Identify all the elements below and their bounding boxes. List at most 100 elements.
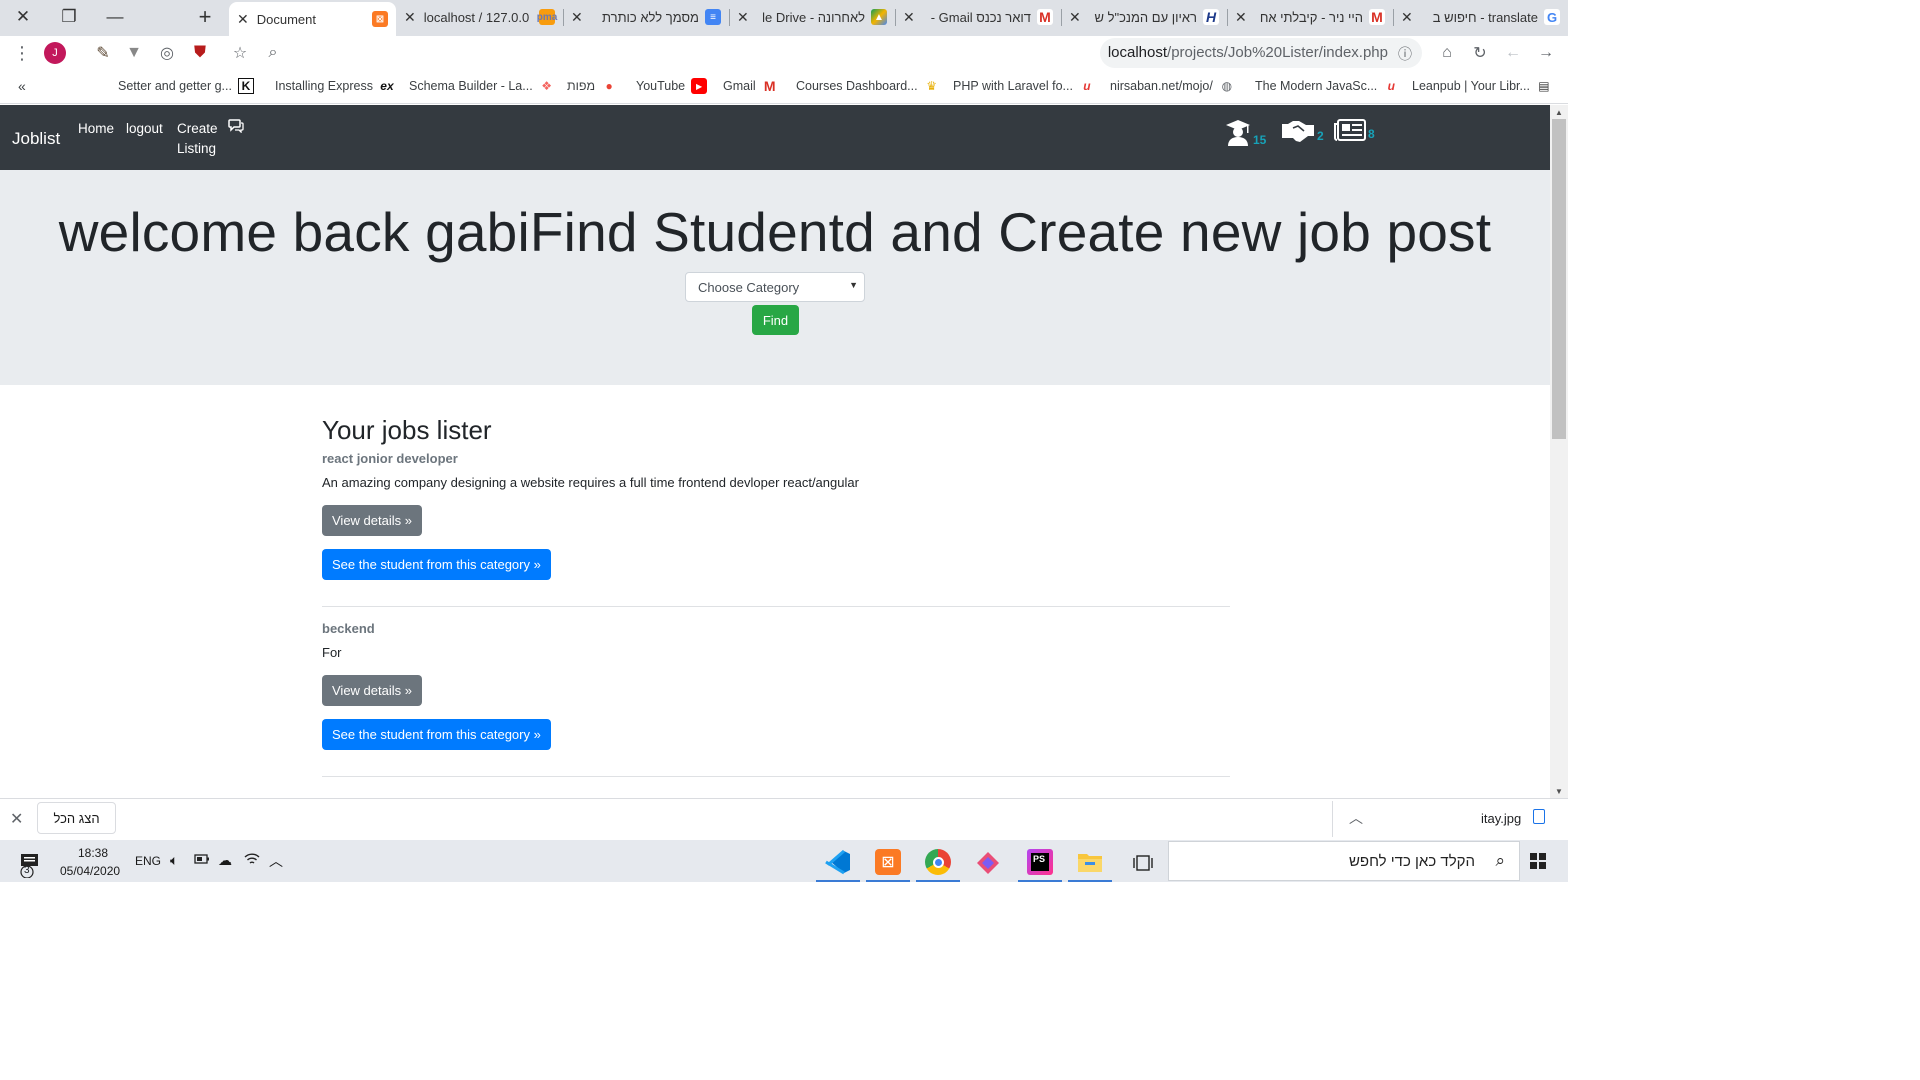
view-details-button[interactable]: View details »: [322, 505, 422, 536]
volume-icon[interactable]: 🔈︎: [170, 852, 178, 869]
udemy-icon: u: [1083, 79, 1091, 93]
nav-listing-label: Listing: [177, 141, 217, 156]
job-description: For: [322, 645, 342, 660]
chrome-app-icon[interactable]: [916, 844, 960, 882]
bookmark-star-icon[interactable]: ☆: [228, 41, 252, 65]
close-tab-icon[interactable]: ✕: [1235, 9, 1247, 26]
action-center-icon[interactable]: 3: [18, 852, 42, 879]
chat-icon[interactable]: [228, 119, 244, 139]
phpstorm-app-icon[interactable]: PS: [1018, 844, 1062, 882]
scroll-thumb[interactable]: [1552, 119, 1566, 439]
menu-kebab-icon[interactable]: ⋮: [10, 41, 34, 65]
category-select[interactable]: Choose Category ▼: [685, 272, 865, 302]
bookmark-item[interactable]: Courses Dashboard... ♛: [796, 78, 940, 94]
students-counter[interactable]: 15: [1225, 119, 1266, 147]
tab-docs[interactable]: ✕ מסמך ללא כותרת ≡: [563, 0, 729, 34]
download-file-name[interactable]: itay.jpg: [1481, 811, 1521, 826]
show-all-downloads-button[interactable]: הצג הכל: [37, 802, 116, 834]
express-icon: ex: [380, 79, 394, 93]
extension-circle-icon[interactable]: ◎: [155, 41, 179, 65]
close-tab-icon[interactable]: ✕: [237, 11, 249, 28]
file-explorer-app-icon[interactable]: [1068, 844, 1112, 882]
bookmark-item[interactable]: The Modern JavaSc... u: [1255, 78, 1399, 94]
search-icon: ⌕: [1495, 851, 1505, 870]
battery-icon[interactable]: [194, 853, 210, 868]
close-window-icon[interactable]: ✕: [0, 0, 46, 34]
forward-icon[interactable]: ←: [1501, 41, 1525, 65]
scroll-down-icon[interactable]: ▼: [1550, 784, 1568, 798]
language-indicator[interactable]: ENG: [135, 854, 161, 868]
onedrive-icon[interactable]: ☁︎: [218, 852, 232, 869]
bookmark-label: Gmail: [723, 79, 756, 93]
minimize-window-icon[interactable]: —: [92, 0, 138, 34]
vue-devtools-icon[interactable]: ▼: [122, 41, 146, 65]
tab-google-search[interactable]: ✕ חיפוש ב - translate G: [1393, 0, 1568, 34]
vscode-app-icon[interactable]: [816, 844, 860, 882]
new-tab-icon[interactable]: +: [190, 3, 220, 31]
close-tab-icon[interactable]: ✕: [737, 9, 749, 26]
address-bar[interactable]: localhost/projects/Job%20Lister/index.ph…: [1100, 38, 1422, 68]
chevron-up-icon[interactable]: ︿: [269, 851, 283, 871]
bookmark-label: nirsaban.net/mojo/: [1110, 79, 1213, 93]
zoom-icon[interactable]: ⌕: [261, 41, 285, 65]
extension-icon[interactable]: ✎: [91, 41, 115, 65]
gmail-icon: M: [763, 78, 776, 94]
tab-title: ראיון עם המנכ"ל ש: [1094, 9, 1197, 25]
bookmark-item[interactable]: Setter and getter g... K: [118, 78, 254, 94]
listings-counter[interactable]: 8: [1334, 119, 1375, 141]
nav-home[interactable]: Home: [78, 119, 114, 139]
phpmyadmin-icon: pma: [537, 9, 557, 25]
nav-logout[interactable]: logout: [126, 119, 163, 139]
bookmark-item[interactable]: YouTube ▶: [636, 78, 708, 94]
profile-avatar[interactable]: J: [43, 41, 67, 65]
view-details-button[interactable]: View details »: [322, 675, 422, 706]
gitkraken-app-icon[interactable]: [966, 844, 1010, 882]
close-tab-icon[interactable]: ✕: [903, 9, 915, 26]
xampp-app-icon[interactable]: ⊠: [866, 844, 910, 882]
chevron-up-icon[interactable]: ︿: [1349, 808, 1363, 828]
windows-start-icon[interactable]: [1530, 853, 1546, 874]
notification-count: 3: [24, 865, 30, 876]
more-bookmarks-icon[interactable]: «: [18, 78, 26, 94]
bookmark-item[interactable]: PHP with Laravel fo... u: [953, 78, 1095, 94]
deals-counter[interactable]: 2: [1281, 119, 1324, 143]
site-info-icon[interactable]: ⓘ: [1398, 44, 1412, 64]
close-tab-icon[interactable]: ✕: [1401, 9, 1413, 26]
bookmark-item[interactable]: nirsaban.net/mojo/ ◍: [1110, 78, 1235, 94]
reload-icon[interactable]: ↻: [1468, 41, 1492, 65]
see-students-button[interactable]: See the student from this category »: [322, 719, 551, 750]
tab-gmail[interactable]: ✕ - Gmail דואר נכנס M: [895, 0, 1061, 34]
see-students-button[interactable]: See the student from this category »: [322, 549, 551, 580]
bookmark-item[interactable]: מפות ●: [567, 78, 617, 94]
brand-logo[interactable]: Joblist: [12, 129, 60, 149]
close-tab-icon[interactable]: ✕: [404, 9, 416, 26]
bookmark-label: מפות: [567, 79, 596, 93]
tab-drive[interactable]: ✕ le Drive - לאחרונה ▲: [729, 0, 895, 34]
bookmark-item[interactable]: Gmail M: [723, 78, 778, 94]
tab-phpmyadmin[interactable]: ✕ localhost / 127.0.0 pma: [396, 0, 563, 34]
home-icon[interactable]: ⌂: [1435, 41, 1459, 65]
restore-window-icon[interactable]: ❐: [46, 0, 92, 34]
tab-document[interactable]: ✕ Document ⊠: [229, 2, 396, 36]
back-icon[interactable]: →: [1534, 41, 1558, 65]
bookmark-item[interactable]: Schema Builder - La... ❖: [409, 78, 555, 94]
tab-title: le Drive - לאחרונה: [762, 9, 865, 25]
page-scrollbar[interactable]: ▲ ▼: [1550, 105, 1568, 798]
taskbar-search-input[interactable]: הקלד כאן כדי לחפש ⌕: [1168, 841, 1520, 881]
nav-create-listing[interactable]: Create Listing: [177, 119, 218, 159]
search-placeholder: הקלד כאן כדי לחפש: [1348, 853, 1475, 870]
close-download-bar-icon[interactable]: ✕: [10, 809, 23, 829]
ublock-icon[interactable]: ⛊: [188, 41, 212, 65]
task-view-icon[interactable]: [1121, 844, 1165, 882]
scroll-up-icon[interactable]: ▲: [1550, 105, 1568, 119]
close-tab-icon[interactable]: ✕: [571, 9, 583, 26]
bookmark-item[interactable]: Installing Express ex: [275, 78, 395, 94]
wifi-icon[interactable]: [244, 852, 260, 869]
tab-interview[interactable]: ✕ ראיון עם המנכ"ל ש H: [1061, 0, 1227, 34]
tab-gmail-2[interactable]: ✕ היי ניר - קיבלתי אח M: [1227, 0, 1393, 34]
bookmark-item[interactable]: Leanpub | Your Libr... ▤: [1412, 78, 1552, 94]
close-tab-icon[interactable]: ✕: [1069, 9, 1081, 26]
clock-date[interactable]: 05/04/2020: [60, 864, 120, 878]
clock-time[interactable]: 18:38: [78, 846, 108, 860]
find-button[interactable]: Find: [752, 305, 799, 335]
